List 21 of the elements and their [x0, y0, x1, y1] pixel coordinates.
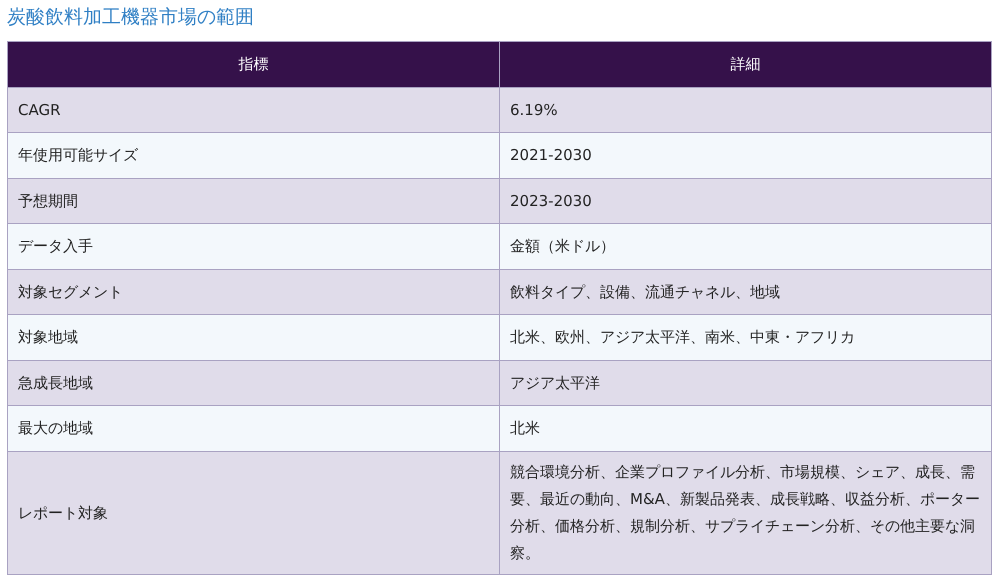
table-cell: 2023-2030: [500, 178, 992, 224]
table-cell: データ入手: [8, 224, 500, 270]
table-cell: 北米: [500, 406, 992, 452]
table-cell: 対象セグメント: [8, 269, 500, 315]
table-cell: 2021-2030: [500, 132, 992, 178]
column-header: 指標: [8, 41, 500, 88]
table-cell: 年使用可能サイズ: [8, 132, 500, 178]
page-title: 炭酸飲料加工機器市場の範囲: [7, 6, 255, 29]
table-cell: 競合環境分析、企業プロファイル分析、市場規模、シェア、成長、需要、最近の動向、M&A、新製品発表、成長戦略、収益分析、ポーター分析、価格分析、規制分析、サプライチェーン分析、その他主要な洞察。: [500, 451, 992, 574]
table-cell: 予想期間: [8, 178, 500, 224]
table-cell: CAGR: [8, 87, 500, 133]
column-header: 詳細: [500, 41, 992, 88]
table-cell: 飲料タイプ、設備、流通チャネル、地域: [500, 269, 992, 315]
table-cell: 金額（米ドル）: [500, 224, 992, 270]
table-cell: 最大の地域: [8, 406, 500, 452]
table-cell: 対象地域: [8, 314, 500, 360]
table-cell: 北米、欧州、アジア太平洋、南米、中東・アフリカ: [500, 314, 992, 360]
table-cell: 急成長地域: [8, 360, 500, 406]
table-cell: 6.19%: [500, 87, 992, 133]
table-cell: アジア太平洋: [500, 360, 992, 406]
table-cell: レポート対象: [8, 451, 500, 574]
